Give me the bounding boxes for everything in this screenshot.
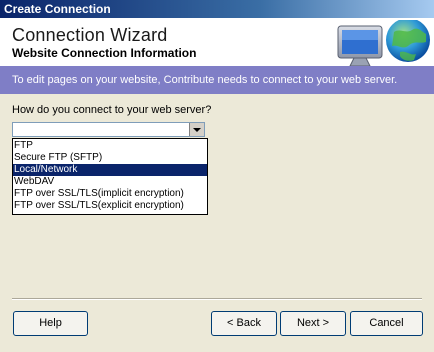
next-button[interactable]: Next > <box>280 311 346 336</box>
create-connection-dialog: Create Connection Connection Wizard Webs… <box>0 0 434 352</box>
help-button[interactable]: Help <box>13 311 88 336</box>
option-webdav[interactable]: WebDAV <box>13 176 207 188</box>
connection-method-select[interactable] <box>12 122 205 137</box>
connection-method-label: How do you connect to your web server? <box>12 104 212 116</box>
wizard-title: Connection Wizard <box>12 25 168 45</box>
option-ftp-ssl-implicit[interactable]: FTP over SSL/TLS(implicit encryption) <box>13 188 207 200</box>
option-ftp-ssl-explicit[interactable]: FTP over SSL/TLS(explicit encryption) <box>13 200 207 212</box>
chevron-down-icon <box>193 127 201 132</box>
connection-method-options: FTP Secure FTP (SFTP) Local/Network WebD… <box>12 138 208 215</box>
back-button[interactable]: < Back <box>211 311 277 336</box>
option-ftp[interactable]: FTP <box>13 140 207 152</box>
cancel-button[interactable]: Cancel <box>350 311 423 336</box>
wizard-body: How do you connect to your web server? F… <box>0 94 434 294</box>
monitor-globe-icon <box>337 20 430 67</box>
dropdown-arrow-button[interactable] <box>189 123 204 136</box>
wizard-header: Connection Wizard Website Connection Inf… <box>0 18 434 68</box>
option-local-network[interactable]: Local/Network <box>13 164 207 176</box>
title-bar[interactable]: Create Connection <box>0 0 434 18</box>
instruction-banner: To edit pages on your website, Contribut… <box>0 66 434 94</box>
option-sftp[interactable]: Secure FTP (SFTP) <box>13 152 207 164</box>
wizard-subtitle: Website Connection Information <box>12 46 197 60</box>
button-divider <box>12 298 422 300</box>
